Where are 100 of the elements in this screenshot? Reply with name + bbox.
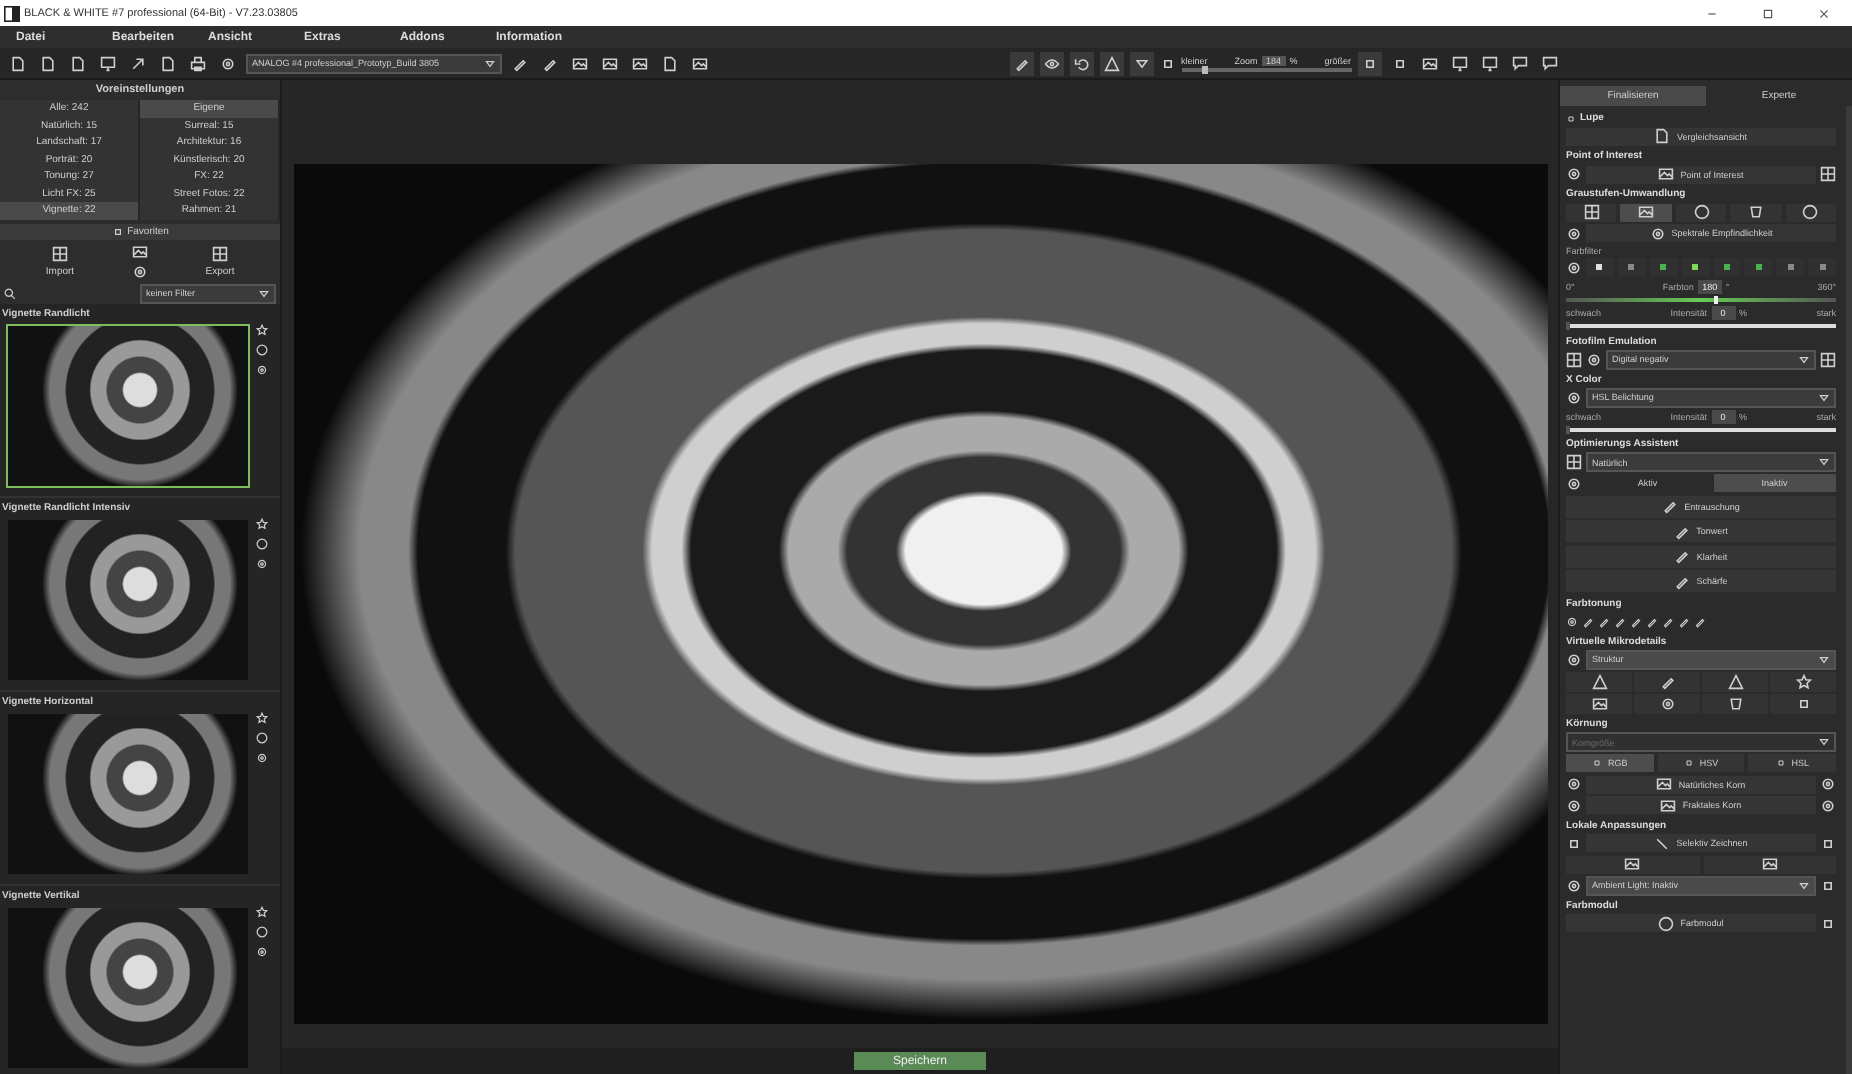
square-icon[interactable] bbox=[1820, 835, 1836, 851]
square-icon bbox=[1361, 55, 1377, 71]
document-button[interactable] bbox=[658, 51, 682, 75]
monitor-icon bbox=[1451, 55, 1467, 71]
gear-icon[interactable] bbox=[1566, 651, 1582, 667]
color-filter-button[interactable] bbox=[1681, 258, 1709, 276]
grid-icon[interactable] bbox=[1820, 351, 1836, 367]
document-button[interactable] bbox=[36, 51, 60, 75]
eye-button[interactable] bbox=[1039, 51, 1063, 75]
gear-icon[interactable] bbox=[256, 557, 268, 569]
gear-icon bbox=[1649, 225, 1666, 241]
gear-icon[interactable] bbox=[1566, 259, 1582, 275]
bullet-icon bbox=[1566, 113, 1576, 123]
color-filter-button[interactable] bbox=[1617, 258, 1646, 276]
document-button[interactable] bbox=[156, 51, 180, 75]
photo-placeholder[interactable] bbox=[6, 517, 250, 681]
gear-button[interactable] bbox=[1634, 693, 1700, 713]
gear-icon[interactable] bbox=[1820, 776, 1836, 792]
color-filter-button[interactable] bbox=[1808, 258, 1836, 276]
document-icon bbox=[662, 55, 678, 71]
gear-icon[interactable] bbox=[1820, 797, 1836, 813]
square-icon[interactable] bbox=[1566, 835, 1582, 851]
photo-placeholder[interactable] bbox=[6, 711, 250, 875]
monitor-button[interactable] bbox=[96, 51, 120, 75]
gear-icon bbox=[1659, 695, 1675, 711]
gear-icon[interactable] bbox=[256, 751, 268, 763]
grid-icon[interactable] bbox=[1566, 351, 1582, 367]
photo-placeholder[interactable] bbox=[6, 905, 250, 1069]
document-icon bbox=[160, 55, 176, 71]
grid-icon bbox=[52, 245, 68, 261]
image-button[interactable] bbox=[1566, 693, 1632, 713]
cup-icon bbox=[1727, 695, 1743, 711]
gear-icon[interactable] bbox=[1566, 389, 1582, 405]
caret-icon bbox=[1818, 391, 1830, 403]
zoom-in-button[interactable] bbox=[1357, 51, 1381, 75]
image-button[interactable] bbox=[1703, 855, 1836, 873]
document-icon bbox=[1654, 128, 1671, 144]
gear-icon[interactable] bbox=[256, 945, 268, 957]
grid-icon bbox=[212, 245, 228, 261]
caret-icon bbox=[258, 287, 270, 299]
triangle-button[interactable] bbox=[1702, 671, 1768, 691]
gear-icon[interactable] bbox=[1566, 225, 1582, 241]
image-icon bbox=[1656, 776, 1673, 792]
cup-icon bbox=[1747, 204, 1764, 220]
monitor-button[interactable] bbox=[1477, 51, 1501, 75]
gear-icon[interactable] bbox=[1566, 776, 1582, 792]
star-icon[interactable] bbox=[256, 323, 268, 335]
printer-icon bbox=[190, 55, 206, 71]
color-filter-button[interactable] bbox=[1586, 258, 1614, 276]
search-icon bbox=[4, 287, 16, 299]
star-button[interactable] bbox=[1770, 671, 1836, 691]
grid-icon[interactable] bbox=[1820, 166, 1836, 182]
gear-icon[interactable] bbox=[1566, 877, 1582, 893]
gear-icon[interactable] bbox=[1566, 166, 1582, 182]
gear-icon[interactable] bbox=[256, 363, 268, 375]
printer-button[interactable] bbox=[186, 51, 210, 75]
star-icon bbox=[1795, 673, 1811, 689]
gear-icon[interactable] bbox=[1586, 351, 1602, 367]
star-icon[interactable] bbox=[256, 905, 268, 917]
square-icon[interactable] bbox=[1820, 915, 1836, 931]
image-icon bbox=[1761, 856, 1778, 872]
cup-button[interactable] bbox=[1702, 693, 1768, 713]
image-button[interactable] bbox=[1566, 855, 1699, 873]
square-button[interactable] bbox=[1770, 693, 1836, 713]
document-button[interactable] bbox=[6, 51, 30, 75]
caret-icon bbox=[1818, 736, 1830, 748]
caret-button[interactable] bbox=[1129, 51, 1153, 75]
caret-icon bbox=[1798, 353, 1810, 365]
triangle-icon bbox=[1103, 55, 1119, 71]
image-icon bbox=[1658, 166, 1675, 182]
color-filter-button[interactable] bbox=[1776, 258, 1805, 276]
image-icon bbox=[1638, 204, 1655, 220]
triangle-button[interactable] bbox=[1099, 51, 1123, 75]
gear-icon[interactable] bbox=[1566, 475, 1582, 491]
monitor-button[interactable] bbox=[1447, 51, 1471, 75]
cup-button[interactable] bbox=[1730, 203, 1782, 221]
chat-button[interactable] bbox=[1537, 51, 1561, 75]
minimize-icon bbox=[1706, 7, 1718, 19]
circle-button[interactable] bbox=[1675, 203, 1727, 221]
color-filter-button[interactable] bbox=[1744, 258, 1773, 276]
chat-button[interactable] bbox=[1507, 51, 1531, 75]
triangle-button[interactable] bbox=[1566, 671, 1632, 691]
star-icon[interactable] bbox=[256, 517, 268, 529]
star-icon[interactable] bbox=[256, 711, 268, 723]
brush-button[interactable] bbox=[1009, 51, 1033, 75]
undo-button[interactable] bbox=[1069, 51, 1093, 75]
grid-button[interactable] bbox=[1566, 203, 1617, 221]
image-button[interactable] bbox=[1620, 203, 1672, 221]
brush-button[interactable] bbox=[1634, 671, 1700, 691]
circle-button[interactable] bbox=[1785, 203, 1837, 221]
document-button[interactable] bbox=[66, 51, 90, 75]
image-icon bbox=[1421, 55, 1437, 71]
square-icon[interactable] bbox=[1820, 877, 1836, 893]
color-filter-button[interactable] bbox=[1649, 258, 1678, 276]
gear-icon[interactable] bbox=[1566, 615, 1578, 627]
gear-icon[interactable] bbox=[1566, 797, 1582, 813]
image-icon[interactable] bbox=[132, 243, 148, 259]
color-filter-button[interactable] bbox=[1713, 258, 1741, 276]
photo-placeholder[interactable] bbox=[6, 323, 250, 487]
grid-icon[interactable] bbox=[1566, 454, 1582, 470]
